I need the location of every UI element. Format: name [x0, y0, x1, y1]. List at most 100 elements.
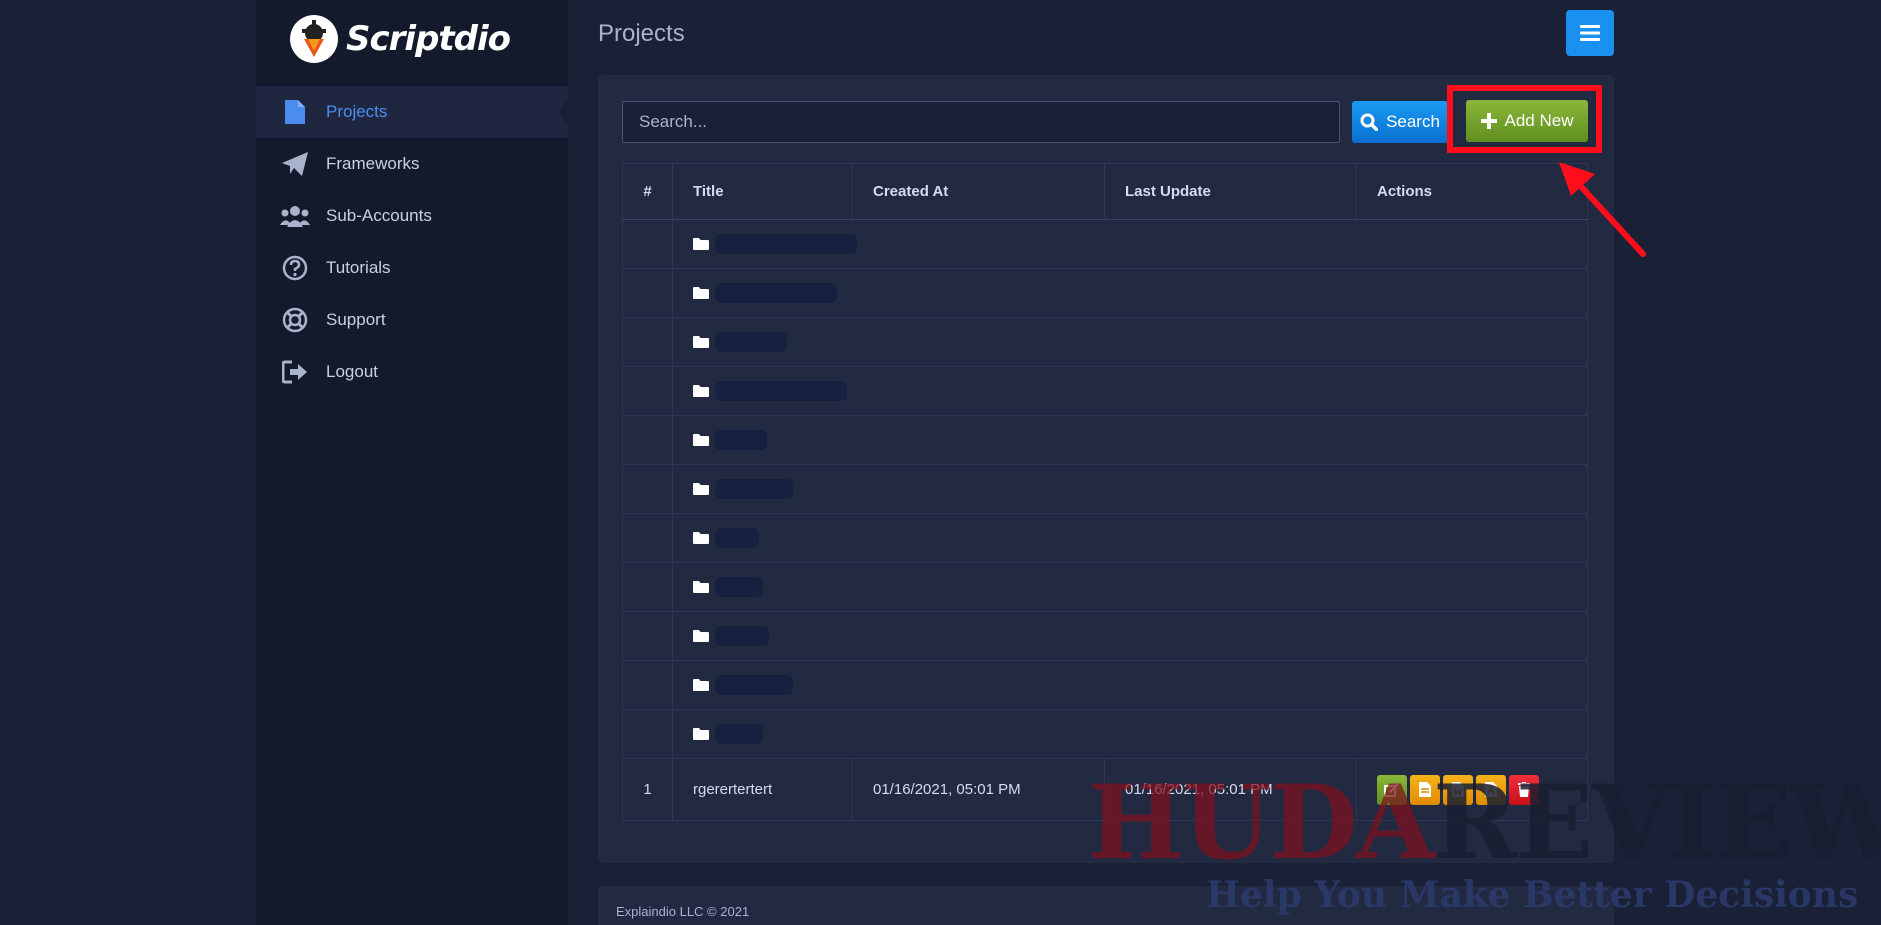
redacted-title — [715, 724, 763, 744]
folder-row[interactable] — [622, 464, 1588, 514]
row-number-cell — [622, 317, 673, 367]
folder-row[interactable] — [622, 366, 1588, 416]
sidebar-item-label: Sub-Accounts — [326, 206, 432, 225]
row-number-cell — [622, 415, 673, 465]
redacted-title — [715, 479, 793, 499]
paper-plane-icon — [280, 151, 310, 177]
logo-icon — [290, 15, 338, 63]
search-icon — [1360, 113, 1379, 131]
row-title[interactable]: rgerertertert — [672, 758, 853, 821]
annotation-arrow-icon — [1559, 162, 1646, 257]
redacted-title — [715, 626, 769, 646]
folder-title-cell[interactable] — [672, 611, 1588, 661]
folder-title-cell[interactable] — [672, 464, 1588, 514]
search-input[interactable] — [622, 101, 1340, 143]
folder-icon — [693, 581, 709, 593]
menu-toggle-button[interactable] — [1566, 10, 1614, 56]
folder-row[interactable] — [622, 268, 1588, 318]
sign-out-icon — [280, 359, 310, 385]
sidebar-item-label: Projects — [326, 102, 388, 121]
life-ring-icon — [280, 307, 310, 333]
folder-title-cell[interactable] — [672, 366, 1588, 416]
row-number-cell — [622, 611, 673, 661]
sidebar-item-logout[interactable]: Logout — [256, 346, 568, 398]
column-header-created-at[interactable]: Created At — [852, 163, 1105, 220]
row-number-cell — [622, 464, 673, 514]
redacted-title — [715, 528, 759, 548]
sidebar-item-label: Frameworks — [326, 154, 420, 173]
watermark-brand-right: REVIEW — [1432, 763, 1881, 883]
row-number-cell — [622, 513, 673, 563]
folder-title-cell[interactable] — [672, 562, 1588, 612]
watermark-brand-left: HUDA — [1088, 763, 1435, 883]
row-number-cell — [622, 660, 673, 710]
folder-icon — [693, 287, 709, 299]
sidebar: Scriptdio Projects Frameworks Sub-Accoun… — [256, 0, 569, 925]
highlight-box — [1447, 85, 1602, 153]
row-number-cell — [622, 709, 673, 759]
sidebar-item-label: Support — [326, 310, 386, 329]
sidebar-item-tutorials[interactable]: Tutorials — [256, 242, 568, 294]
redacted-title — [715, 234, 857, 254]
sidebar-item-frameworks[interactable]: Frameworks — [256, 138, 568, 190]
folder-title-cell[interactable] — [672, 415, 1588, 465]
footer-copyright: Explaindio LLC © 2021 — [616, 904, 750, 919]
folder-icon — [693, 385, 709, 397]
folder-icon — [693, 679, 709, 691]
logo-text: Scriptdio — [346, 19, 511, 59]
folder-row[interactable] — [622, 317, 1588, 367]
search-button-label: Search — [1386, 112, 1440, 131]
folder-icon — [693, 532, 709, 544]
table-header-row: # Title Created At Last Update Actions — [622, 163, 1588, 220]
column-header-last-update[interactable]: Last Update — [1104, 163, 1357, 220]
folder-title-cell[interactable] — [672, 268, 1588, 318]
folder-title-cell[interactable] — [672, 660, 1588, 710]
sidebar-item-label: Logout — [326, 362, 378, 381]
folder-icon — [693, 434, 709, 446]
file-icon — [280, 99, 310, 125]
hamburger-icon — [1580, 25, 1600, 41]
search-button[interactable]: Search — [1352, 101, 1448, 143]
users-icon — [280, 203, 310, 229]
redacted-title — [715, 283, 837, 303]
folder-icon — [693, 630, 709, 642]
logo[interactable]: Scriptdio — [290, 12, 511, 66]
projects-table: # Title Created At Last Update Actions 1… — [622, 163, 1588, 821]
folder-row[interactable] — [622, 513, 1588, 563]
redacted-title — [715, 381, 847, 401]
folder-icon — [693, 728, 709, 740]
sidebar-item-support[interactable]: Support — [256, 294, 568, 346]
sidebar-item-label: Tutorials — [326, 258, 391, 277]
folder-row[interactable] — [622, 709, 1588, 759]
folder-row[interactable] — [622, 219, 1588, 269]
row-number-cell — [622, 219, 673, 269]
sidebar-nav: Projects Frameworks Sub-Accounts Tutoria… — [256, 86, 569, 398]
row-number-cell — [622, 366, 673, 416]
folder-icon — [693, 336, 709, 348]
redacted-title — [715, 430, 767, 450]
folder-title-cell[interactable] — [672, 513, 1588, 563]
folder-row[interactable] — [622, 660, 1588, 710]
folder-row[interactable] — [622, 611, 1588, 661]
folder-title-cell[interactable] — [672, 709, 1588, 759]
folder-row[interactable] — [622, 562, 1588, 612]
folder-icon — [693, 483, 709, 495]
folder-title-cell[interactable] — [672, 317, 1588, 367]
projects-panel: Search Add New # Title Created At Last U… — [598, 75, 1614, 863]
folder-title-cell[interactable] — [672, 219, 1588, 269]
folder-row[interactable] — [622, 415, 1588, 465]
row-number-cell — [622, 562, 673, 612]
column-header-number[interactable]: # — [622, 163, 673, 220]
redacted-title — [715, 577, 763, 597]
sidebar-item-sub-accounts[interactable]: Sub-Accounts — [256, 190, 568, 242]
question-circle-icon — [280, 255, 310, 281]
watermark-tagline: Help You Make Better Decisions — [1206, 874, 1859, 916]
column-header-title[interactable]: Title — [672, 163, 853, 220]
row-created-at: 01/16/2021, 05:01 PM — [852, 758, 1105, 821]
row-number: 1 — [622, 758, 673, 821]
watermark-brand: HUDAREVIEW — [1088, 772, 1881, 874]
sidebar-item-projects[interactable]: Projects — [256, 86, 569, 138]
redacted-title — [715, 332, 787, 352]
row-number-cell — [622, 268, 673, 318]
table-body: 1 rgerertertert 01/16/2021, 05:01 PM 01/16/… — [622, 219, 1588, 821]
